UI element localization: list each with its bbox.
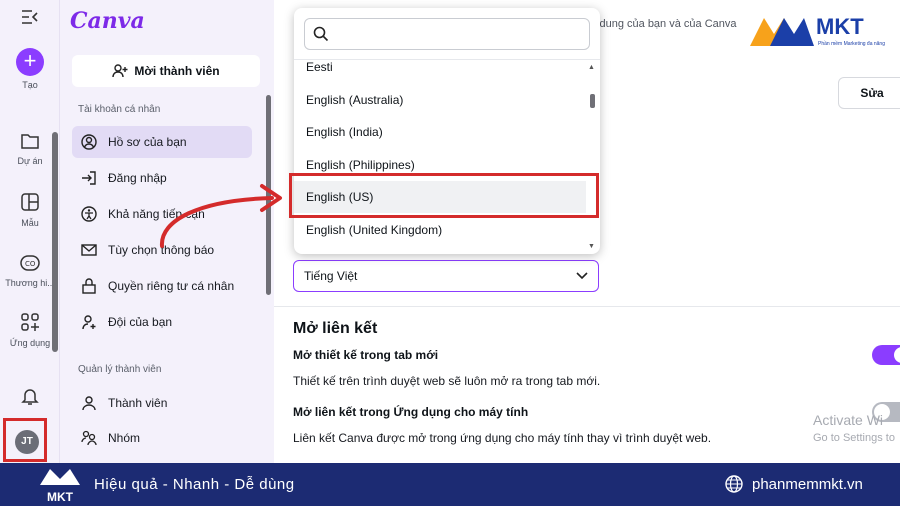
group-icon (81, 430, 97, 446)
template-icon (21, 193, 39, 211)
brand-banner: MKT Hiệu quả - Nhanh - Dễ dùng phanmemmk… (0, 463, 900, 506)
language-select[interactable]: Tiếng Việt (293, 260, 599, 292)
person-icon (82, 396, 96, 411)
mkt-logo-text: MKT (816, 14, 864, 39)
plus-icon: + (16, 48, 44, 76)
sidebar-item-label: Nhóm (108, 431, 141, 445)
rail-label: Thương hi... (5, 278, 55, 288)
scroll-down-arrow-icon[interactable]: ▼ (588, 243, 595, 250)
rail-item-apps[interactable]: Ứng dụng (0, 312, 60, 348)
lock-icon (82, 278, 96, 294)
new-tab-toggle[interactable] (872, 345, 900, 365)
accessibility-icon (81, 206, 97, 222)
avatar-highlight: JT (3, 418, 47, 462)
create-button[interactable]: + Tạo (0, 48, 60, 90)
annotation-arrow-icon (159, 184, 282, 248)
setting-new-tab-title: Mở thiết kế trong tab mới (293, 348, 439, 362)
sidebar-item-team[interactable]: Đội của bạn (72, 306, 252, 338)
section-divider (274, 306, 900, 307)
icon-rail: + Tạo Dự án Mẫu CO Thương hi... Ứng dụng… (0, 0, 60, 463)
personal-section-label: Tài khoản cá nhân (78, 104, 161, 115)
globe-icon (725, 475, 743, 493)
setting-desktop-app-desc: Liên kết Canva được mở trong ứng dụng ch… (293, 431, 712, 445)
invite-label: Mời thành viên (134, 64, 220, 78)
language-option[interactable]: English (India) (294, 116, 586, 148)
team-icon (82, 315, 96, 330)
collapse-sidebar-icon[interactable] (21, 10, 39, 24)
mkt-logo: MKT Phần mềm Marketing đa năng (748, 10, 890, 50)
sidebar-item-members[interactable]: Thành viên (72, 387, 252, 419)
rail-item-brand[interactable]: CO Thương hi... (0, 252, 60, 288)
language-search-input[interactable] (304, 18, 590, 50)
sidebar-item-privacy[interactable]: Quyền riêng tư cá nhân (72, 270, 252, 302)
links-heading: Mở liên kết (293, 320, 378, 337)
sidebar-item-profile[interactable]: Hồ sơ của bạn (72, 126, 252, 158)
banner-logo: MKT (38, 467, 82, 504)
setting-desktop-app-title: Mở liên kết trong Ứng dụng cho máy tính (293, 405, 529, 419)
rail-label: Dự án (17, 156, 43, 166)
activate-windows-watermark-sub: Go to Settings to (813, 432, 895, 444)
chevron-down-icon (576, 272, 588, 280)
selection-highlight (289, 173, 599, 218)
edit-button[interactable]: Sửa (838, 77, 900, 109)
search-placeholder[interactable]: i dung của bạn và của Canva (594, 18, 737, 30)
login-icon (82, 171, 96, 185)
create-label: Tạo (22, 80, 38, 90)
rail-item-templates[interactable]: Mẫu (0, 192, 60, 228)
banner-website[interactable]: phanmemmkt.vn (752, 476, 863, 493)
add-person-icon (112, 64, 128, 78)
mkt-logo-mark-icon (750, 18, 814, 46)
rail-label: Mẫu (21, 218, 39, 228)
scroll-up-arrow-icon[interactable]: ▲ (588, 64, 595, 71)
sidebar-item-label: Hồ sơ của bạn (108, 135, 187, 149)
canva-logo[interactable]: Canva (70, 8, 145, 34)
invite-members-button[interactable]: Mời thành viên (72, 55, 260, 87)
brand-icon: CO (20, 255, 40, 271)
activate-windows-watermark: Activate Wi (813, 412, 884, 428)
banner-tagline: Hiệu quả - Nhanh - Dễ dùng (94, 476, 295, 493)
banner-logo-text: MKT (47, 490, 73, 504)
apps-icon (21, 313, 39, 331)
rail-item-projects[interactable]: Dự án (0, 132, 60, 166)
rail-scrollbar[interactable] (52, 132, 58, 352)
mkt-logo-subtitle: Phần mềm Marketing đa năng (818, 41, 885, 47)
avatar[interactable]: JT (15, 430, 39, 454)
setting-new-tab-desc: Thiết kế trên trình duyệt web sẽ luôn mở… (293, 374, 601, 388)
search-icon (313, 26, 329, 42)
svg-text:CO: CO (25, 260, 36, 268)
mkt-banner-mark-icon (40, 469, 80, 485)
language-option[interactable]: English (Australia) (294, 84, 586, 116)
language-option[interactable]: English (United Kingdom) (294, 214, 586, 246)
language-select-value: Tiếng Việt (304, 269, 358, 283)
dropdown-scrollbar[interactable] (590, 94, 595, 108)
sidebar-item-groups[interactable]: Nhóm (72, 422, 252, 454)
profile-icon (81, 134, 97, 150)
folder-icon (21, 134, 39, 149)
bell-icon[interactable] (20, 386, 40, 406)
sidebar-item-label: Thành viên (108, 396, 168, 410)
mail-icon (81, 244, 97, 256)
sidebar-item-label: Đội của bạn (108, 315, 173, 329)
member-section-label: Quản lý thành viên (78, 364, 162, 375)
sidebar-item-label: Quyền riêng tư cá nhân (108, 279, 235, 293)
language-option[interactable]: Eesti (294, 51, 586, 83)
rail-label: Ứng dụng (9, 338, 51, 348)
